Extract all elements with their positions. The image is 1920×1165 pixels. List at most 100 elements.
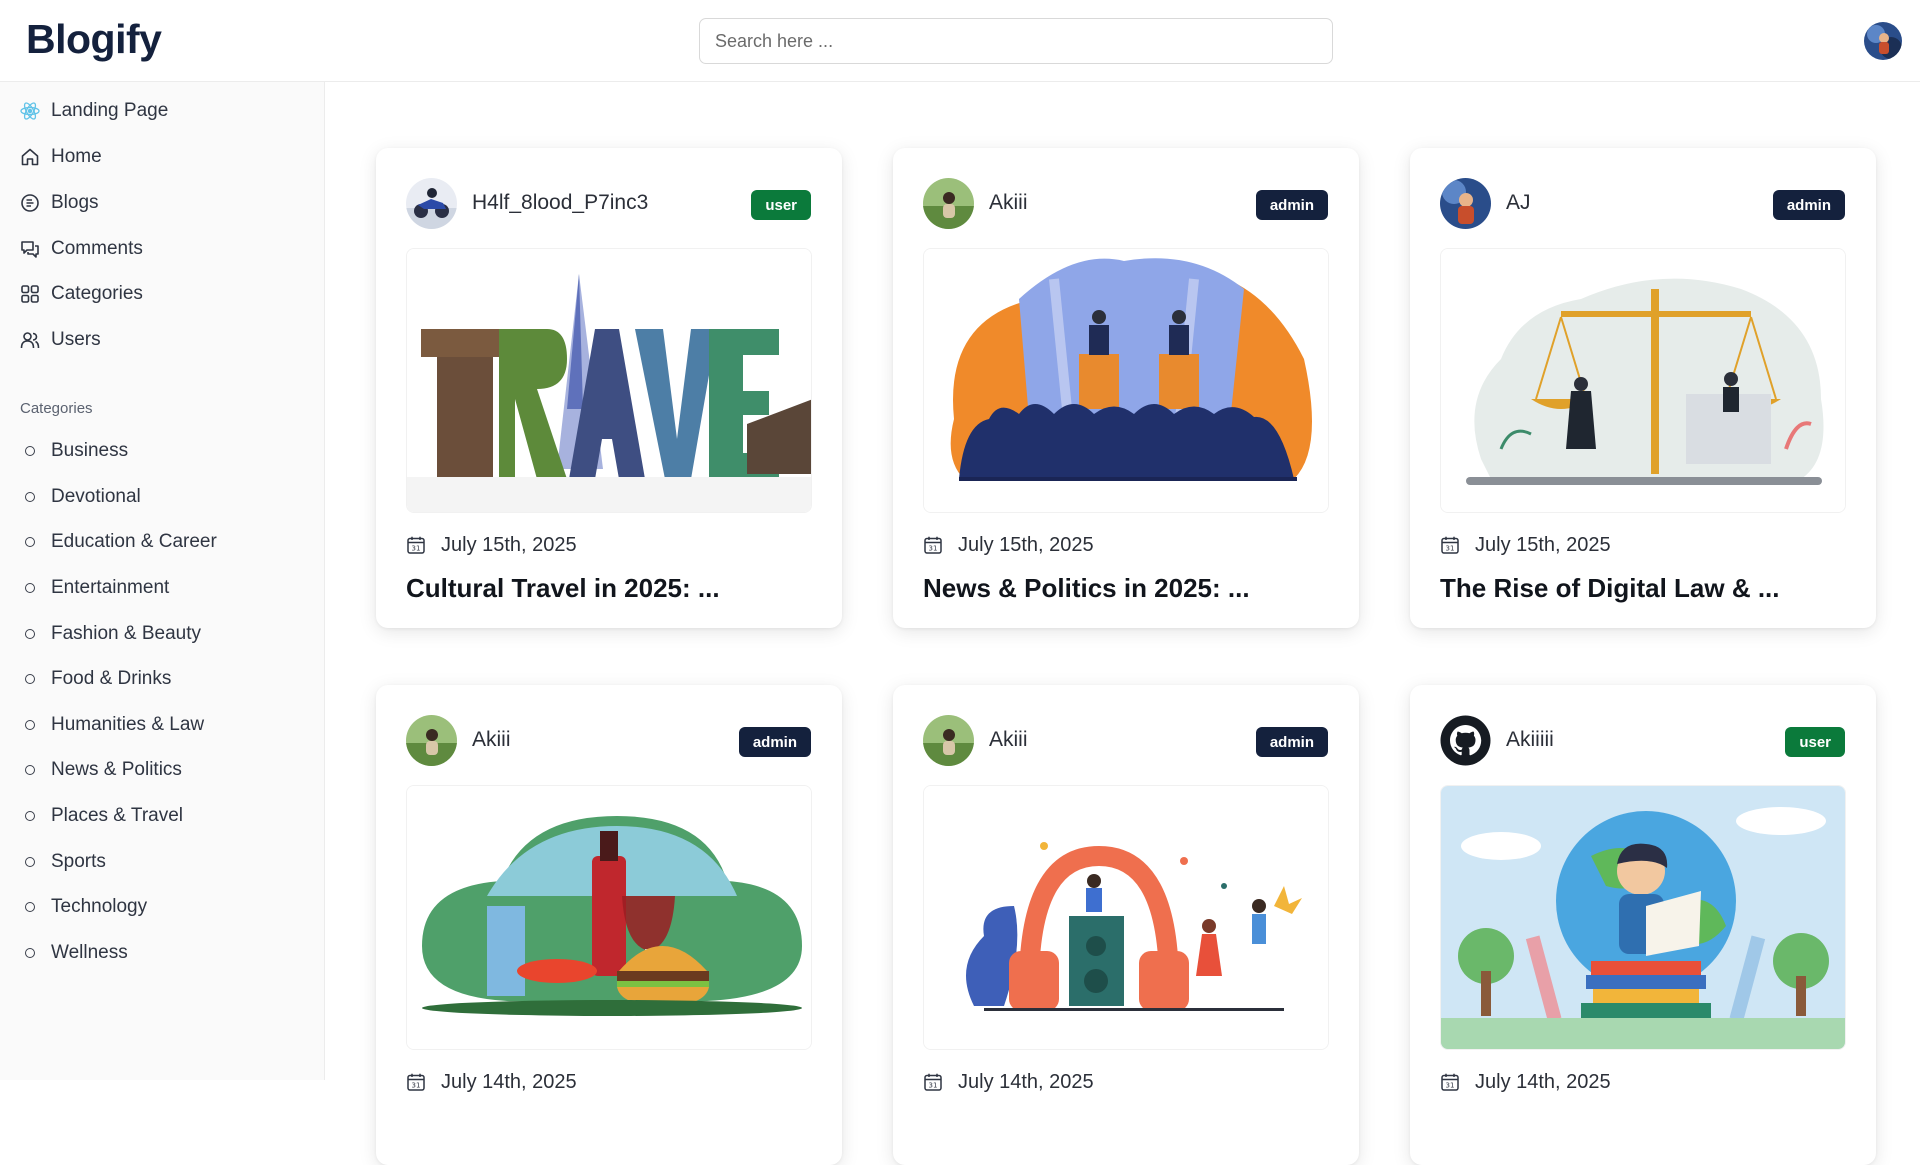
- react-atom-icon: [20, 101, 40, 121]
- calendar-icon: [1440, 535, 1460, 555]
- category-item-education-career[interactable]: Education & Career: [0, 522, 324, 562]
- post-thumbnail[interactable]: [923, 785, 1329, 1050]
- post-thumbnail[interactable]: [406, 248, 812, 513]
- categories-heading: Categories: [20, 400, 93, 417]
- category-item-sports[interactable]: Sports: [0, 842, 324, 882]
- post-date: July 14th, 2025: [958, 1071, 1094, 1093]
- category-label: Devotional: [51, 486, 141, 507]
- author-name[interactable]: Akiii: [989, 191, 1028, 215]
- calendar-icon: [406, 1072, 426, 1092]
- calendar-icon: [406, 535, 426, 555]
- role-badge: admin: [738, 727, 811, 757]
- post-thumbnail[interactable]: [923, 248, 1329, 513]
- sidebar: Landing Page Home Blogs Comments Categor…: [0, 82, 325, 1080]
- calendar-icon: [923, 535, 943, 555]
- category-item-humanities-law[interactable]: Humanities & Law: [0, 705, 324, 745]
- author-name[interactable]: Akiii: [472, 728, 511, 752]
- sidebar-item-label: Comments: [51, 238, 143, 259]
- role-badge: admin: [1772, 190, 1845, 220]
- post-date: July 14th, 2025: [1475, 1071, 1611, 1093]
- calendar-icon: [923, 1072, 943, 1092]
- role-badge: user: [1785, 727, 1845, 757]
- search-input[interactable]: [699, 18, 1333, 64]
- sidebar-item-label: Categories: [51, 283, 143, 304]
- blog-card[interactable]: Akiii admin July 14th, 2025: [893, 685, 1359, 1165]
- blog-card[interactable]: Akiiiii user July 14th, 2025: [1410, 685, 1876, 1165]
- post-thumbnail[interactable]: [1440, 785, 1846, 1050]
- sidebar-item-blogs[interactable]: Blogs: [0, 183, 324, 223]
- post-date: July 15th, 2025: [441, 534, 577, 556]
- author-avatar[interactable]: [1440, 178, 1491, 229]
- category-label: Education & Career: [51, 531, 217, 552]
- category-item-technology[interactable]: Technology: [0, 887, 324, 927]
- category-item-business[interactable]: Business: [0, 431, 324, 471]
- author-name[interactable]: H4lf_8lood_P7inc3: [472, 191, 648, 215]
- author-avatar[interactable]: [1440, 715, 1491, 766]
- blog-card[interactable]: Akiii admin July 14th, 2025: [376, 685, 842, 1165]
- sidebar-item-users[interactable]: Users: [0, 320, 324, 360]
- category-label: Business: [51, 440, 129, 461]
- sidebar-item-comments[interactable]: Comments: [0, 229, 324, 269]
- sidebar-item-label: Blogs: [51, 192, 99, 213]
- category-label: Fashion & Beauty: [51, 623, 201, 644]
- circle-icon: [25, 948, 35, 958]
- category-item-devotional[interactable]: Devotional: [0, 477, 324, 517]
- circle-icon: [25, 720, 35, 730]
- app-logo[interactable]: Blogify: [26, 16, 162, 63]
- author-name[interactable]: Akiii: [989, 728, 1028, 752]
- category-label: Technology: [51, 896, 148, 917]
- category-label: News & Politics: [51, 759, 182, 780]
- blog-card[interactable]: Akiii admin July 15th, 2025 News & Polit…: [893, 148, 1359, 628]
- post-thumbnail[interactable]: [406, 785, 812, 1050]
- comments-icon: [20, 239, 40, 259]
- top-header: Blogify: [0, 0, 1920, 82]
- sidebar-item-categories[interactable]: Categories: [0, 274, 324, 314]
- users-icon: [20, 330, 40, 350]
- calendar-icon: [1440, 1072, 1460, 1092]
- post-thumbnail[interactable]: [1440, 248, 1846, 513]
- post-date: July 15th, 2025: [1475, 534, 1611, 556]
- circle-icon: [25, 537, 35, 547]
- circle-icon: [25, 492, 35, 502]
- category-label: Places & Travel: [51, 805, 183, 826]
- category-item-places-travel[interactable]: Places & Travel: [0, 796, 324, 836]
- grid-icon: [20, 284, 40, 304]
- author-avatar[interactable]: [923, 178, 974, 229]
- profile-avatar[interactable]: [1864, 22, 1902, 60]
- author-avatar[interactable]: [923, 715, 974, 766]
- post-title[interactable]: The Rise of Digital Law & ...: [1440, 573, 1860, 604]
- circle-icon: [25, 902, 35, 912]
- circle-icon: [25, 811, 35, 821]
- role-badge: admin: [1255, 727, 1328, 757]
- category-label: Food & Drinks: [51, 668, 172, 689]
- blogs-icon: [20, 193, 40, 213]
- role-badge: admin: [1255, 190, 1328, 220]
- post-date: July 15th, 2025: [958, 534, 1094, 556]
- circle-icon: [25, 446, 35, 456]
- category-label: Humanities & Law: [51, 714, 205, 735]
- sidebar-item-landing-page[interactable]: Landing Page: [0, 91, 324, 131]
- post-title[interactable]: News & Politics in 2025: ...: [923, 573, 1343, 604]
- author-name[interactable]: AJ: [1506, 191, 1531, 215]
- author-name[interactable]: Akiiiii: [1506, 728, 1554, 752]
- category-item-entertainment[interactable]: Entertainment: [0, 568, 324, 608]
- blog-card[interactable]: H4lf_8lood_P7inc3 user July 15th, 2025 C…: [376, 148, 842, 628]
- category-label: Entertainment: [51, 577, 170, 598]
- sidebar-item-home[interactable]: Home: [0, 137, 324, 177]
- category-label: Sports: [51, 851, 106, 872]
- category-item-food-drinks[interactable]: Food & Drinks: [0, 659, 324, 699]
- author-avatar[interactable]: [406, 178, 457, 229]
- category-item-wellness[interactable]: Wellness: [0, 933, 324, 973]
- circle-icon: [25, 765, 35, 775]
- circle-icon: [25, 629, 35, 639]
- post-title[interactable]: Cultural Travel in 2025: ...: [406, 573, 826, 604]
- post-date: July 14th, 2025: [441, 1071, 577, 1093]
- author-avatar[interactable]: [406, 715, 457, 766]
- blog-card[interactable]: AJ admin July 15th, 2025 The Rise of Dig…: [1410, 148, 1876, 628]
- sidebar-item-label: Home: [51, 146, 102, 167]
- sidebar-item-label: Landing Page: [51, 100, 169, 121]
- category-item-fashion-beauty[interactable]: Fashion & Beauty: [0, 614, 324, 654]
- category-item-news-politics[interactable]: News & Politics: [0, 750, 324, 790]
- circle-icon: [25, 583, 35, 593]
- sidebar-item-label: Users: [51, 329, 101, 350]
